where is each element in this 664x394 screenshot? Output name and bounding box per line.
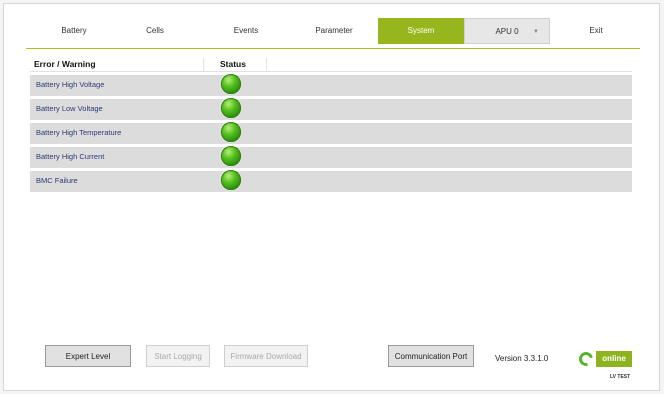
column-divider bbox=[266, 58, 267, 71]
error-warning-table: Error / Warning Status Battery High Volt… bbox=[30, 58, 632, 192]
error-label: BMC Failure bbox=[36, 176, 78, 185]
tab-battery[interactable]: Battery bbox=[26, 18, 122, 44]
online-status-badge: online bbox=[596, 351, 632, 367]
table-row: Battery High Current bbox=[30, 146, 632, 168]
error-label: Battery Low Voltage bbox=[36, 104, 103, 113]
table-row: Battery High Voltage bbox=[30, 74, 632, 96]
status-ok-icon bbox=[221, 122, 241, 142]
tab-system[interactable]: System bbox=[378, 18, 464, 44]
connection-sub-label: LV TEST bbox=[610, 374, 631, 380]
table-row: Battery High Temperature bbox=[30, 122, 632, 144]
connection-spinner-icon bbox=[576, 349, 596, 369]
table-header: Error / Warning Status bbox=[30, 58, 632, 72]
firmware-download-button[interactable]: Firmware Download bbox=[224, 345, 308, 367]
error-label: Battery High Current bbox=[36, 152, 105, 161]
communication-port-button[interactable]: Communication Port bbox=[388, 345, 474, 367]
tab-cells[interactable]: Cells bbox=[112, 18, 198, 44]
status-ok-icon bbox=[221, 74, 241, 94]
error-label: Battery High Voltage bbox=[36, 80, 105, 89]
status-ok-icon bbox=[221, 170, 241, 190]
expert-level-button[interactable]: Expert Level bbox=[45, 345, 131, 367]
top-navigation: Battery Cells Events Parameter System AP… bbox=[26, 18, 640, 49]
start-logging-button[interactable]: Start Logging bbox=[146, 345, 210, 367]
tab-events[interactable]: Events bbox=[198, 18, 294, 44]
error-label: Battery High Temperature bbox=[36, 128, 122, 137]
column-divider bbox=[203, 58, 204, 71]
tab-parameter[interactable]: Parameter bbox=[286, 18, 382, 44]
unit-select-value: APU 0 bbox=[495, 27, 519, 36]
status-ok-icon bbox=[221, 146, 241, 166]
table-row: BMC Failure bbox=[30, 170, 632, 192]
exit-button[interactable]: Exit bbox=[566, 18, 626, 44]
status-ok-icon bbox=[221, 98, 241, 118]
status-header: Status bbox=[220, 59, 246, 69]
table-row: Battery Low Voltage bbox=[30, 98, 632, 120]
version-label: Version 3.3.1.0 bbox=[495, 354, 549, 363]
unit-select[interactable]: APU 0 ▼ bbox=[464, 18, 550, 44]
error-warning-header: Error / Warning bbox=[34, 59, 96, 69]
chevron-down-icon: ▼ bbox=[533, 29, 539, 35]
app-window: Battery Cells Events Parameter System AP… bbox=[3, 3, 660, 391]
